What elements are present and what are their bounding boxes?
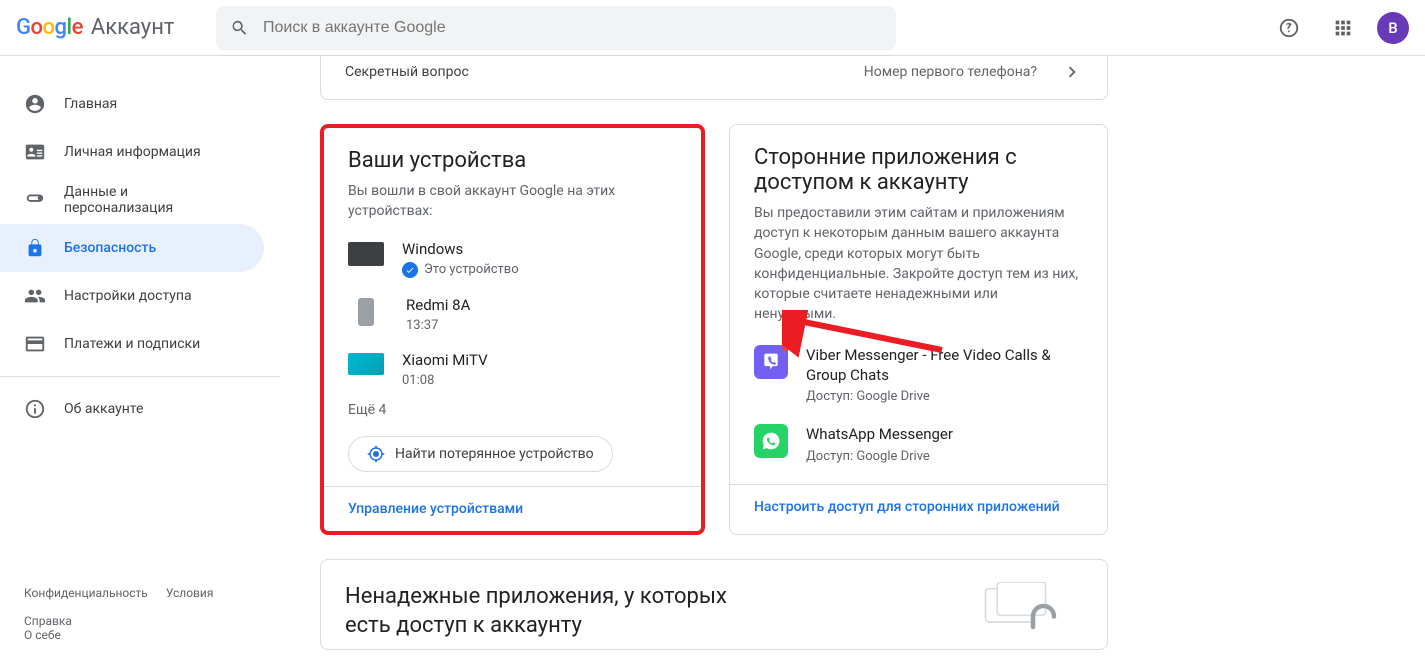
sidebar-item-data[interactable]: Данные и персонализация <box>0 176 264 224</box>
devices-title: Ваши устройства <box>348 148 677 173</box>
desktop-icon <box>348 242 384 266</box>
product-name: Аккаунт <box>91 15 175 40</box>
sidebar: Главная Личная информация Данные и персо… <box>0 56 280 666</box>
account-avatar[interactable]: B <box>1377 12 1409 44</box>
device-meta: 13:37 <box>406 318 470 333</box>
footer-terms-link[interactable]: Условия <box>166 586 214 600</box>
find-device-button[interactable]: Найти потерянное устройство <box>348 436 613 472</box>
whatsapp-icon <box>754 424 788 458</box>
devices-card: Ваши устройства Вы вошли в свой аккаунт … <box>320 124 705 535</box>
id-card-icon <box>24 141 46 163</box>
apps-title: Сторонние приложения с доступом к аккаун… <box>754 145 1083 195</box>
sidebar-item-about[interactable]: Об аккаунте <box>0 385 264 433</box>
sidebar-item-label: Настройки доступа <box>64 288 192 304</box>
apps-button[interactable] <box>1323 8 1363 48</box>
credit-card-icon <box>24 333 46 355</box>
sidebar-item-label: Главная <box>64 96 117 112</box>
logo-lockup[interactable]: Google Аккаунт <box>16 15 196 40</box>
device-name: Xiaomi MiTV <box>402 351 488 369</box>
sidebar-item-label: Личная информация <box>64 144 201 160</box>
search-box[interactable] <box>216 6 896 50</box>
search-icon <box>230 18 249 38</box>
search-input[interactable] <box>263 19 882 37</box>
app-row[interactable]: WhatsApp Messenger Доступ: Google Drive <box>754 424 1083 463</box>
info-icon <box>24 398 46 420</box>
apps-grid-icon <box>1332 17 1354 39</box>
help-icon <box>1278 17 1300 39</box>
sidebar-item-home[interactable]: Главная <box>0 80 264 128</box>
avatar-letter: B <box>1388 19 1397 37</box>
device-row[interactable]: Xiaomi MiTV 01:08 <box>348 351 677 388</box>
sidebar-item-sharing[interactable]: Настройки доступа <box>0 272 264 320</box>
secret-question-row[interactable]: Секретный вопрос Номер первого телефона? <box>320 56 1108 100</box>
toggles-icon <box>24 189 46 211</box>
row-value: Номер первого телефона? <box>864 64 1037 80</box>
device-name: Windows <box>402 240 519 258</box>
content: Секретный вопрос Номер первого телефона?… <box>280 56 1425 666</box>
check-badge-icon <box>402 262 418 278</box>
user-circle-icon <box>24 93 46 115</box>
header: Google Аккаунт B <box>0 0 1425 56</box>
app-meta: Доступ: Google Drive <box>806 449 953 464</box>
less-secure-illustration <box>973 582 1083 632</box>
sidebar-item-security[interactable]: Безопасность <box>0 224 264 272</box>
device-row[interactable]: Windows Это устройство <box>348 240 677 278</box>
footer-help-link[interactable]: Справка <box>24 614 256 628</box>
app-name: WhatsApp Messenger <box>806 424 953 444</box>
manage-apps-link[interactable]: Настроить доступ для сторонних приложени… <box>754 499 1060 515</box>
less-secure-apps-card: Ненадежные приложения, у которых есть до… <box>320 559 1108 650</box>
google-logo: Google <box>16 15 83 40</box>
nav-separator <box>0 376 280 377</box>
phone-icon <box>358 298 374 326</box>
device-row[interactable]: Redmi 8A 13:37 <box>348 296 677 333</box>
manage-devices-link[interactable]: Управление устройствами <box>348 501 523 517</box>
device-meta: Это устройство <box>402 262 519 278</box>
target-icon <box>367 445 385 463</box>
less-secure-title: Ненадежные приложения, у которых есть до… <box>345 582 745 641</box>
app-meta: Доступ: Google Drive <box>806 389 1083 404</box>
app-name: Viber Messenger - Free Video Calls & Gro… <box>806 345 1083 386</box>
header-tools: B <box>1269 8 1409 48</box>
devices-more[interactable]: Ещё 4 <box>348 402 677 418</box>
find-device-label: Найти потерянное устройство <box>395 446 594 462</box>
sidebar-item-personal[interactable]: Личная информация <box>0 128 264 176</box>
sidebar-item-label: Платежи и подписки <box>64 336 200 352</box>
sidebar-footer: Конфиденциальность Условия Справка О себ… <box>0 568 280 666</box>
tv-icon <box>348 353 384 375</box>
footer-privacy-link[interactable]: Конфиденциальность <box>24 586 148 600</box>
footer-about-link[interactable]: О себе <box>24 628 61 642</box>
apps-subtitle: Вы предоставили этим сайтам и приложения… <box>754 203 1083 325</box>
devices-subtitle: Вы вошли в свой аккаунт Google на этих у… <box>348 181 677 222</box>
sidebar-item-label: Об аккаунте <box>64 401 143 417</box>
viber-icon <box>754 345 788 379</box>
people-icon <box>24 285 46 307</box>
help-button[interactable] <box>1269 8 1309 48</box>
sidebar-item-payments[interactable]: Платежи и подписки <box>0 320 264 368</box>
sidebar-item-label: Безопасность <box>64 240 156 256</box>
device-name: Redmi 8A <box>406 296 470 314</box>
device-meta-text: Это устройство <box>424 262 519 277</box>
lock-icon <box>24 237 46 259</box>
row-label: Секретный вопрос <box>345 64 469 80</box>
app-row[interactable]: Viber Messenger - Free Video Calls & Gro… <box>754 345 1083 405</box>
device-meta: 01:08 <box>402 373 488 388</box>
third-party-apps-card: Сторонние приложения с доступом к аккаун… <box>729 124 1108 535</box>
chevron-right-icon <box>1061 61 1083 83</box>
sidebar-item-label: Данные и персонализация <box>64 184 240 216</box>
